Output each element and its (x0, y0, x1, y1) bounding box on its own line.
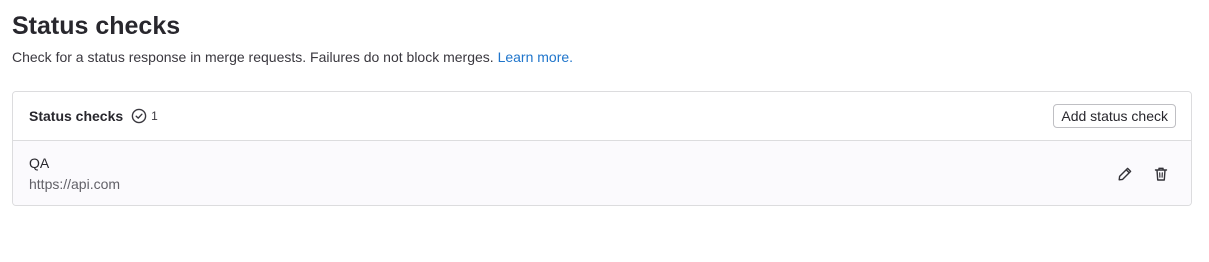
status-check-info: QA https://api.com (29, 153, 120, 194)
trash-icon (1154, 167, 1168, 181)
learn-more-link[interactable]: Learn more. (498, 49, 573, 65)
status-check-row: QA https://api.com (13, 141, 1191, 205)
page-description: Check for a status response in merge req… (12, 48, 573, 66)
pencil-icon (1118, 167, 1132, 180)
check-circle-icon (131, 108, 147, 124)
status-check-count: 1 (151, 109, 158, 123)
description-text: Check for a status response in merge req… (12, 49, 494, 65)
delete-status-check-button[interactable] (1147, 160, 1175, 188)
status-check-name: QA (29, 155, 50, 171)
card-header: Status checks 1 Add status check (13, 92, 1191, 141)
status-checks-card: Status checks 1 Add status check QA http… (12, 91, 1192, 206)
page-title: Status checks (12, 12, 181, 40)
edit-status-check-button[interactable] (1111, 160, 1139, 188)
status-check-url: https://api.com (29, 176, 121, 192)
add-status-check-button[interactable]: Add status check (1053, 104, 1176, 128)
status-check-count-badge: 1 (131, 108, 158, 124)
card-title: Status checks (29, 108, 124, 124)
